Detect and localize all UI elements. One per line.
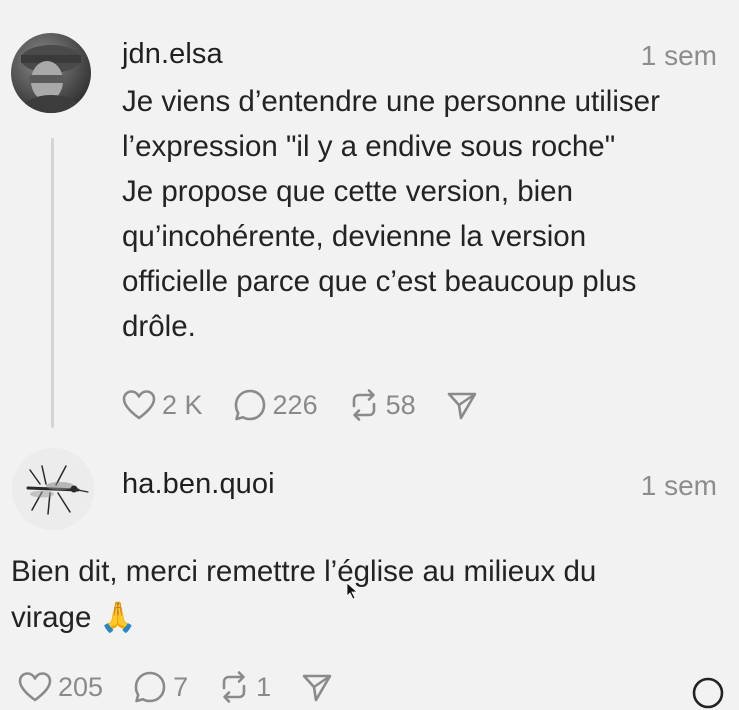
post-ha-ben-quoi[interactable]: ha.ben.quoi 1 sem Bien dit, merci remett… [0, 440, 739, 709]
reply-count: 226 [272, 389, 318, 420]
avatar[interactable] [12, 448, 94, 530]
post-text: Je viens d’entendre une personne utilise… [122, 79, 660, 349]
timestamp: 1 sem [640, 40, 717, 71]
reply-button[interactable]: 226 [233, 388, 318, 422]
like-button[interactable]: 205 [18, 671, 103, 703]
username[interactable]: ha.ben.quoi [122, 468, 275, 501]
more-circle-icon[interactable] [691, 676, 725, 710]
repost-icon [222, 671, 246, 703]
timestamp: 1 sem [640, 470, 717, 501]
repost-button[interactable]: 1 [218, 670, 271, 704]
reply-button[interactable]: 7 [133, 670, 188, 704]
post-text-line: Bien dit, merci remettre l’église au mil… [11, 555, 597, 588]
post-text-line: l’expression "il y a endive sous roche" [122, 130, 616, 163]
comment-icon [234, 389, 265, 421]
share-button[interactable] [301, 671, 333, 703]
like-count: 2 K [162, 389, 203, 420]
cursor-icon [346, 582, 359, 600]
post-text-line: Je viens d’entendre une personne utilise… [122, 85, 660, 118]
send-icon [302, 674, 332, 702]
repost-icon [352, 389, 375, 421]
heart-icon [122, 390, 156, 420]
post-text-line: officielle parce que c’est beaucoup plus [122, 265, 637, 298]
avatar[interactable] [11, 33, 91, 113]
feed: jdn.elsa 1 sem Je viens d’entendre une p… [0, 0, 739, 709]
post-text-line: qu’incohérente, devienne la version [122, 220, 587, 253]
share-button[interactable] [446, 389, 478, 421]
post-text-line: Je propose que cette version, bien [122, 175, 573, 208]
post-text-line: virage 🙏 [11, 601, 137, 634]
like-count: 205 [58, 671, 104, 702]
post-actions: 2 K 226 58 [122, 388, 508, 422]
repost-count: 58 [385, 389, 416, 420]
post-text: Bien dit, merci remettre l’église au mil… [11, 549, 596, 641]
username[interactable]: jdn.elsa [122, 38, 223, 71]
post-actions: 205 7 1 [18, 670, 363, 704]
reply-count: 7 [173, 671, 189, 702]
repost-button[interactable]: 58 [348, 388, 416, 422]
post-jdn-elsa[interactable]: jdn.elsa 1 sem Je viens d’entendre une p… [0, 0, 739, 440]
heart-icon [18, 672, 52, 702]
comment-icon [134, 671, 166, 703]
thread-line [51, 138, 54, 428]
send-icon [447, 392, 476, 420]
like-button[interactable]: 2 K [122, 389, 203, 421]
repost-count: 1 [256, 671, 272, 702]
post-text-line: drôle. [122, 310, 196, 343]
